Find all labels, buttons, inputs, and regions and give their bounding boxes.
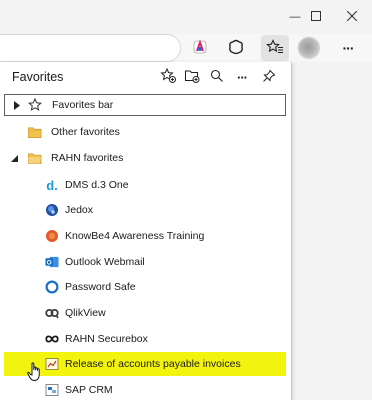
- add-folder-button[interactable]: [181, 67, 203, 87]
- item-label: KnowBe4 Awareness Training: [65, 230, 205, 242]
- favorites-item-password-safe[interactable]: Password Safe: [4, 275, 286, 299]
- add-favorite-button[interactable]: [157, 67, 179, 87]
- item-label: Password Safe: [65, 281, 136, 293]
- pin-button[interactable]: [258, 67, 280, 87]
- item-label: SAP CRM: [65, 384, 113, 396]
- add-favorite-icon: [160, 67, 176, 86]
- item-label: QlikView: [65, 307, 106, 319]
- extension-icon: [192, 38, 208, 58]
- settings-more-button[interactable]: ···: [334, 35, 362, 61]
- svg-text:O: O: [47, 259, 52, 266]
- favorites-panel: Favorites ··· Favorites bar Other favori…: [0, 62, 292, 400]
- panel-title: Favorites: [12, 70, 64, 84]
- profile-avatar[interactable]: [298, 37, 320, 59]
- maximize-icon: [311, 10, 321, 24]
- extension-button[interactable]: [186, 35, 214, 61]
- maximize-button[interactable]: [296, 0, 336, 34]
- favorites-item-knowbe4[interactable]: KnowBe4 Awareness Training: [4, 224, 286, 248]
- knowbe4-logo-icon: [45, 229, 59, 243]
- favorites-item-rahn-securebox[interactable]: RAHN Securebox: [4, 327, 286, 351]
- item-label: Favorites bar: [52, 99, 114, 111]
- securebox-logo-icon: [45, 332, 59, 346]
- favorites-item-dms-d3-one[interactable]: d. DMS d.3 One: [4, 173, 286, 197]
- jedox-logo-icon: [45, 203, 59, 217]
- expand-arrow-icon[interactable]: [13, 100, 21, 110]
- pin-icon: [262, 69, 276, 86]
- qlikview-logo-icon: [45, 306, 59, 320]
- password-safe-icon: [45, 280, 59, 294]
- item-label: Release of accounts payable invoices: [65, 358, 241, 370]
- close-icon: [346, 10, 358, 24]
- favorites-button[interactable]: [261, 35, 289, 61]
- search-favorites-button[interactable]: [206, 67, 228, 87]
- favorites-item-sap-crm[interactable]: SAP CRM: [4, 378, 286, 400]
- favorites-item-other-favorites[interactable]: Other favorites: [4, 120, 286, 144]
- collapse-arrow-icon[interactable]: [10, 153, 18, 163]
- favorites-header: Favorites ···: [0, 62, 292, 90]
- item-label: Outlook Webmail: [65, 256, 145, 268]
- item-label: Other favorites: [51, 126, 120, 138]
- close-window-button[interactable]: [332, 0, 372, 34]
- item-label: Jedox: [65, 204, 94, 216]
- copilot-icon: [228, 39, 244, 58]
- favorites-item-release-invoices[interactable]: Release of accounts payable invoices: [4, 352, 286, 376]
- d3-logo-glyph: d.: [46, 177, 58, 193]
- address-bar[interactable]: [0, 34, 181, 62]
- chart-doc-icon: [45, 357, 59, 371]
- favorites-item-rahn-favorites[interactable]: RAHN favorites: [4, 146, 286, 170]
- star-icon: [28, 98, 42, 112]
- more-options-button[interactable]: ···: [231, 67, 253, 87]
- outlook-logo-icon: O: [45, 255, 59, 269]
- copilot-button[interactable]: [222, 35, 250, 61]
- title-bar: —: [0, 0, 372, 34]
- hand-cursor-icon: [27, 362, 43, 382]
- sap-crm-icon: [45, 383, 59, 397]
- folder-icon: [28, 125, 42, 139]
- favorites-item-favorites-bar[interactable]: Favorites bar: [4, 94, 286, 116]
- favorites-item-qlikview[interactable]: QlikView: [4, 301, 286, 325]
- item-label: RAHN favorites: [51, 152, 124, 164]
- d3-logo-icon: d.: [45, 177, 59, 193]
- search-icon: [210, 69, 224, 86]
- folder-icon: [28, 151, 42, 165]
- more-options-icon: ···: [237, 69, 248, 85]
- more-icon: ···: [342, 40, 355, 56]
- item-label: DMS d.3 One: [65, 179, 129, 191]
- favorites-item-jedox[interactable]: Jedox: [4, 198, 286, 222]
- item-label: RAHN Securebox: [65, 333, 148, 345]
- add-folder-icon: [184, 68, 200, 86]
- favorites-item-outlook-webmail[interactable]: O Outlook Webmail: [4, 250, 286, 274]
- favorites-icon: [266, 38, 284, 58]
